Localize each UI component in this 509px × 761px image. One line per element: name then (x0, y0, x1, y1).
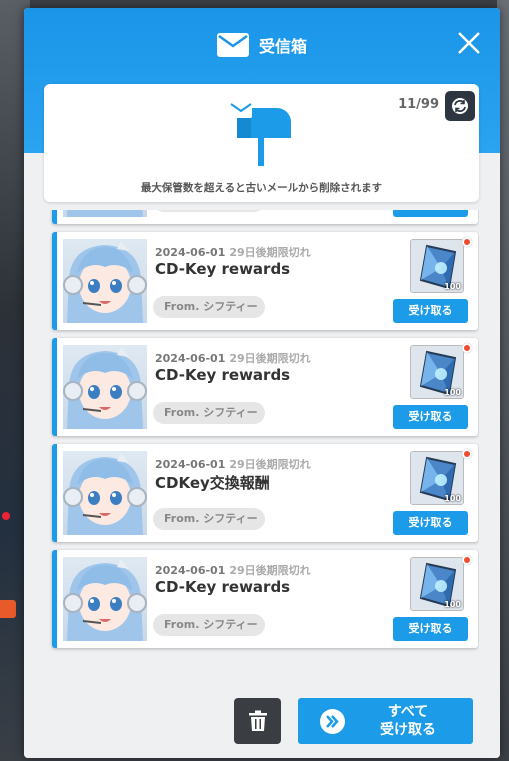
reward-quantity: 100 (444, 494, 461, 503)
mail-count: 11/99 (398, 97, 439, 112)
claim-all-label-line1: すべて (387, 704, 429, 720)
sender-avatar (63, 451, 147, 535)
mailbox-panel: 受信箱 11/99 最大保管数を超えると古いメールから削除されます 2024-0… (24, 8, 500, 758)
mail-date: 2024-06-01 29日後期限切れ (155, 350, 311, 366)
receive-button[interactable]: 受け取る (393, 405, 468, 429)
reward-quantity: 100 (444, 388, 461, 397)
mail-list[interactable]: 2024-06-01 29日後期限切れ CD-Key rewards From. … (44, 210, 479, 686)
mail-sender: From. シフティー (153, 402, 265, 424)
mail-date: 2024-06-01 29日後期限切れ (155, 562, 311, 578)
mail-item[interactable]: 2024-06-0129日後期限切れ CD-Key rewards From. … (52, 550, 478, 648)
reward-item[interactable]: 100 (410, 451, 464, 505)
reward-quantity: 100 (444, 282, 461, 291)
claim-all-label-line2: 受け取る (380, 722, 436, 738)
mail-expiry: 29日後期限切れ (229, 246, 311, 259)
storage-notice: 最大保管数を超えると古いメールから削除されます (140, 182, 383, 194)
mail-item[interactable]: 2024-06-0129日後期限切れ CD-Key rewards From. … (52, 210, 478, 224)
mail-sender: From. シフティー (153, 614, 265, 636)
mail-list-inner: 2024-06-01 29日後期限切れ CD-Key rewards From. … (44, 210, 479, 656)
reward-quantity: 100 (444, 600, 461, 609)
mail-subject: CD-Key rewards (155, 366, 291, 384)
refresh-button[interactable] (445, 91, 475, 121)
reward-item[interactable]: 100 (410, 557, 464, 611)
mail-date: 2024-06-01 29日後期限切れ (155, 244, 311, 260)
unread-indicator (462, 343, 472, 353)
envelope-icon (216, 33, 249, 57)
mail-item[interactable]: 2024-06-0129日後期限切れ CD-Key rewards From. … (52, 338, 478, 436)
refresh-icon (452, 98, 468, 114)
mail-item[interactable]: 2024-06-0129日後期限切れ CD-Key rewards From. … (52, 232, 478, 330)
mail-date-value: 2024-06-01 (155, 246, 226, 259)
claim-all-button[interactable]: すべて 受け取る (298, 698, 473, 744)
trash-icon (248, 710, 267, 731)
mail-expiry: 29日後期限切れ (229, 352, 311, 365)
mail-sender: From. シフティー (153, 508, 265, 530)
receive-button[interactable]: 受け取る (393, 511, 468, 535)
mail-item[interactable]: 2024-06-01 29日後期限切れ CDKey交換報酬 From. シフティー… (52, 444, 478, 542)
sender-avatar (63, 239, 147, 323)
page-title: 受信箱 (258, 37, 307, 56)
background-notification-dot (2, 512, 10, 520)
mailbox-icon (227, 98, 297, 168)
mail-sender: From. シフティー (153, 210, 265, 212)
mail-date-value: 2024-06-01 (155, 352, 226, 365)
mail-date-value: 2024-06-01 (155, 564, 226, 577)
mail-subject: CD-Key rewards (155, 260, 291, 278)
receive-button[interactable]: 受け取る (393, 299, 468, 323)
mail-date-value: 2024-06-01 (155, 458, 226, 471)
mail-subject: CD-Key rewards (155, 578, 291, 596)
receive-button[interactable]: 受け取る (393, 617, 468, 641)
mail-sender: From. シフティー (153, 296, 265, 318)
claim-all-label: すべて 受け取る (358, 703, 458, 739)
mail-expiry: 29日後期限切れ (229, 458, 311, 471)
mail-subject: CDKey交換報酬 (155, 474, 270, 492)
double-arrow-icon (320, 709, 345, 734)
delete-button[interactable] (234, 698, 281, 744)
title-bar: 受信箱 (24, 30, 500, 60)
unread-indicator (462, 555, 472, 565)
mailbox-info-card: 11/99 最大保管数を超えると古いメールから削除されます (44, 84, 479, 202)
receive-button[interactable]: 受け取る (393, 210, 468, 217)
reward-item[interactable]: 100 (410, 345, 464, 399)
background-badge (0, 600, 16, 618)
reward-item[interactable]: 100 (410, 239, 464, 293)
close-icon (458, 32, 480, 54)
sender-avatar (63, 345, 147, 429)
mail-expiry: 29日後期限切れ (229, 564, 311, 577)
mail-date: 2024-06-01 29日後期限切れ (155, 456, 311, 472)
close-button[interactable] (456, 30, 482, 56)
unread-indicator (462, 237, 472, 247)
unread-indicator (462, 449, 472, 459)
footer-bar: すべて 受け取る (24, 688, 500, 758)
sender-avatar (63, 557, 147, 641)
sender-avatar (63, 210, 147, 217)
